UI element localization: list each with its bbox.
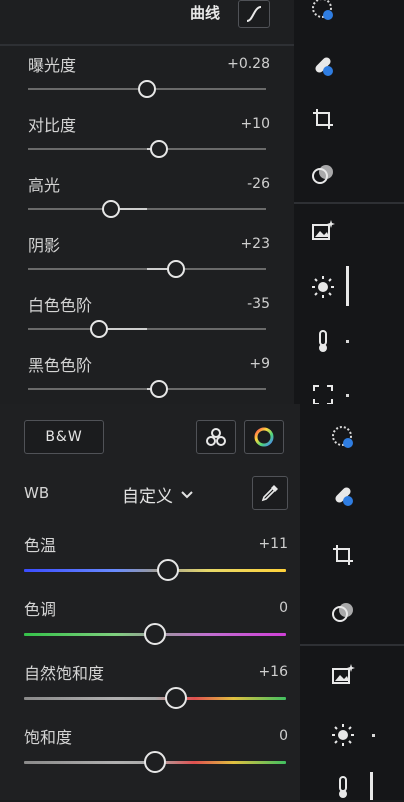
- wb-eyedropper-button[interactable]: [252, 476, 288, 510]
- bw-button-label: B&W: [45, 429, 83, 445]
- color-grading-button[interactable]: [244, 420, 284, 454]
- thermometer-icon: [339, 776, 347, 798]
- slider-value[interactable]: +11: [258, 536, 288, 552]
- slider-value[interactable]: +9: [249, 356, 270, 372]
- slider-label: 对比度: [28, 116, 77, 135]
- crop-tool[interactable]: [308, 104, 338, 134]
- light-tool[interactable]: [308, 272, 338, 302]
- slider-value[interactable]: +0.28: [227, 56, 270, 72]
- active-indicator: [346, 266, 349, 306]
- curve-button[interactable]: [238, 0, 270, 28]
- thermometer-icon: [319, 330, 327, 352]
- eyedropper-icon: [261, 485, 278, 502]
- bandage-icon: [335, 487, 353, 506]
- active-indicator: [370, 772, 373, 800]
- image-sparkle-icon: [332, 664, 355, 684]
- tool-strip-bottom: [300, 404, 404, 800]
- slider-label: 黑色色阶: [28, 356, 93, 375]
- color-tool[interactable]: [328, 772, 358, 802]
- slider-value[interactable]: 0: [279, 728, 288, 744]
- add-image-tool[interactable]: [308, 216, 338, 246]
- slider-track[interactable]: [24, 697, 286, 700]
- wb-preset-value: 自定义: [122, 487, 173, 507]
- slider-track[interactable]: [28, 328, 266, 330]
- divider: [294, 202, 404, 204]
- color-wheel-icon: [254, 427, 274, 447]
- bw-button[interactable]: B&W: [24, 420, 104, 454]
- slider-thumb[interactable]: [144, 623, 166, 645]
- divider: [300, 644, 404, 646]
- divider: [0, 44, 294, 46]
- collapsed-dot: [346, 394, 349, 397]
- sun-icon: [312, 276, 334, 298]
- slider-thumb[interactable]: [166, 260, 185, 278]
- overlap-circles-icon: [312, 165, 333, 184]
- wb-label: WB: [24, 484, 50, 502]
- crop-tool[interactable]: [328, 540, 358, 570]
- curve-icon: [246, 6, 262, 22]
- three-circles-icon: [206, 428, 226, 446]
- slider-thumb[interactable]: [102, 200, 121, 218]
- color-tool[interactable]: [308, 326, 338, 356]
- slider-thumb[interactable]: [164, 687, 187, 709]
- slider-label: 高光: [28, 176, 61, 195]
- color-mixer-button[interactable]: [196, 420, 236, 454]
- healing-tool[interactable]: [328, 480, 358, 510]
- bandage-icon: [315, 57, 333, 76]
- slider-track[interactable]: [28, 208, 266, 210]
- slider-thumb[interactable]: [138, 80, 156, 98]
- slider-label: 白色色阶: [28, 296, 93, 315]
- slider-value[interactable]: -35: [247, 296, 270, 312]
- mask-dotted-icon: [332, 426, 353, 448]
- slider-thumb[interactable]: [149, 140, 168, 158]
- image-sparkle-icon: [312, 220, 335, 240]
- tool-strip-top: [294, 0, 404, 405]
- wb-preset-dropdown[interactable]: 自定义: [122, 482, 193, 507]
- masking-tool[interactable]: [328, 422, 358, 452]
- slider-label: 色温: [24, 536, 57, 555]
- slider-label: 饱和度: [24, 728, 73, 747]
- slider-label: 曝光度: [28, 56, 77, 75]
- chevron-down-icon: [181, 490, 193, 498]
- collapsed-dot: [346, 340, 349, 343]
- slider-value[interactable]: -26: [247, 176, 270, 192]
- slider-value[interactable]: +23: [240, 236, 270, 252]
- healing-tool[interactable]: [308, 50, 338, 80]
- slider-label: 阴影: [28, 236, 61, 255]
- slider-label: 自然饱和度: [24, 664, 105, 683]
- slider-track[interactable]: [24, 569, 286, 572]
- crop-rotate-icon: [333, 545, 353, 565]
- overlap-circles-icon: [332, 603, 353, 622]
- crop-rotate-icon: [313, 109, 333, 129]
- presets-tool[interactable]: [308, 160, 338, 190]
- slider-label: 色调: [24, 600, 57, 619]
- slider-thumb[interactable]: [90, 320, 109, 338]
- basic-adjustments-panel-bottom: B&W WB 自定义 色温 +11 色调 0 自然饱和度 +16 饱和度 0: [0, 404, 300, 800]
- collapsed-dot: [372, 734, 375, 737]
- mask-dotted-icon: [312, 0, 333, 20]
- slider-thumb[interactable]: [157, 559, 180, 581]
- slider-value[interactable]: +10: [240, 116, 270, 132]
- curve-label: 曲线: [190, 4, 221, 22]
- light-tool[interactable]: [328, 720, 358, 750]
- sun-icon: [332, 724, 354, 746]
- slider-thumb[interactable]: [144, 751, 166, 773]
- slider-value[interactable]: +16: [258, 664, 288, 680]
- masking-tool[interactable]: [308, 0, 338, 24]
- slider-value[interactable]: 0: [279, 600, 288, 616]
- presets-tool[interactable]: [328, 598, 358, 628]
- add-image-tool[interactable]: [328, 660, 358, 690]
- basic-adjustments-panel-top: 曲线 曝光度 +0.28 对比度 +10 高光 -26 阴影 +23 白色色阶 -35 黑色色阶 +9: [0, 0, 294, 404]
- slider-thumb[interactable]: [149, 380, 168, 398]
